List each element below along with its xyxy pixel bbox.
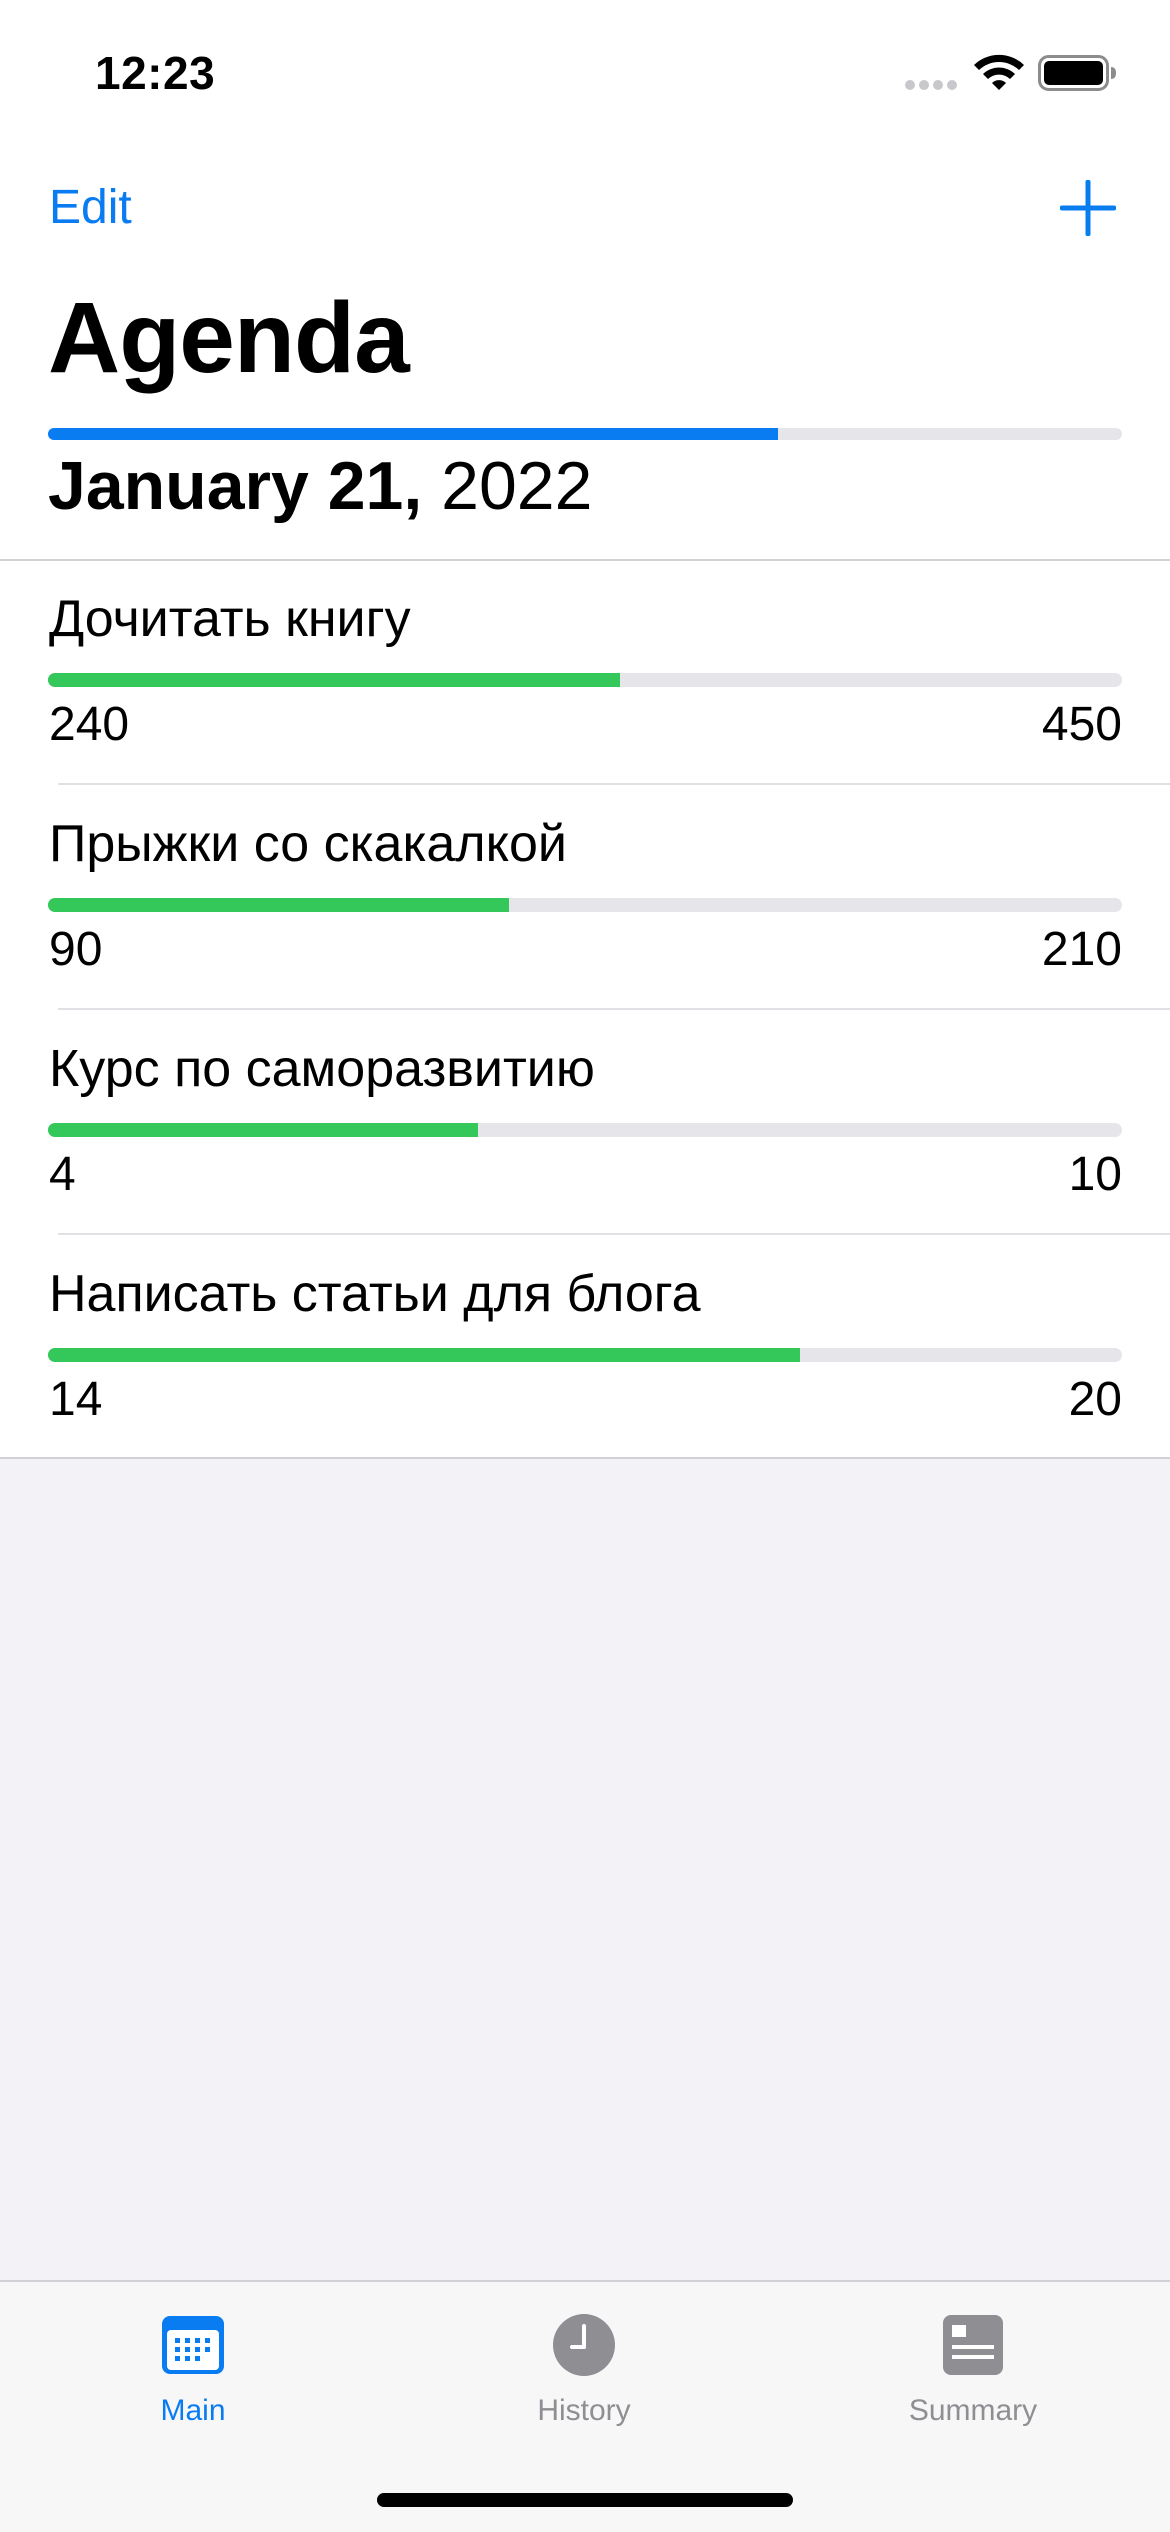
task-progress-bar bbox=[48, 1348, 1122, 1362]
home-indicator bbox=[377, 2493, 793, 2507]
day-progress-fill bbox=[48, 428, 779, 440]
task-current-value: 4 bbox=[49, 1148, 76, 1201]
task-title: Написать статьи для блога bbox=[49, 1265, 701, 1323]
task-target-value: 20 bbox=[1068, 1373, 1122, 1426]
task-current-value: 90 bbox=[49, 923, 103, 976]
row-separator bbox=[58, 1008, 1170, 1010]
task-title: Курс по саморазвитию bbox=[49, 1040, 595, 1098]
status-time: 12:23 bbox=[95, 47, 216, 99]
task-progress-fill bbox=[48, 898, 509, 912]
row-separator bbox=[58, 1233, 1170, 1235]
date-year: 2022 bbox=[441, 448, 593, 524]
list-item[interactable]: Дочитать книгу 240 450 bbox=[0, 561, 1170, 785]
document-icon bbox=[943, 2315, 1003, 2375]
battery-icon bbox=[1038, 55, 1116, 91]
task-list: Дочитать книгу 240 450 Прыжки со скакалк… bbox=[0, 561, 1170, 1458]
wifi-icon bbox=[974, 54, 1024, 90]
task-progress-fill bbox=[48, 673, 621, 687]
page-title: Agenda bbox=[48, 282, 410, 394]
task-title: Прыжки со скакалкой bbox=[49, 815, 567, 873]
task-target-value: 210 bbox=[1041, 923, 1122, 976]
clock-icon bbox=[553, 2314, 615, 2376]
task-current-value: 240 bbox=[49, 698, 130, 751]
task-target-value: 10 bbox=[1068, 1148, 1122, 1201]
list-item[interactable]: Курс по саморазвитию 4 10 bbox=[0, 1011, 1170, 1235]
list-item[interactable]: Прыжки со скакалкой 90 210 bbox=[0, 786, 1170, 1010]
tab-label: Main bbox=[160, 2394, 226, 2427]
cellular-signal-icon bbox=[905, 80, 957, 90]
task-progress-fill bbox=[48, 1348, 800, 1362]
row-separator bbox=[58, 783, 1170, 785]
date-month-day: January 21, bbox=[48, 448, 423, 524]
tab-history[interactable]: History bbox=[484, 2312, 684, 2442]
calendar-icon bbox=[162, 2316, 224, 2374]
date-label: January 21, 2022 bbox=[48, 452, 592, 520]
task-current-value: 14 bbox=[49, 1373, 103, 1426]
task-progress-fill bbox=[48, 1123, 478, 1137]
plus-icon[interactable] bbox=[1060, 180, 1116, 236]
list-bottom-border bbox=[0, 1457, 1170, 1459]
list-item[interactable]: Написать статьи для блога 14 20 bbox=[0, 1236, 1170, 1460]
tab-label: History bbox=[537, 2394, 631, 2427]
task-title: Дочитать книгу bbox=[49, 590, 411, 648]
task-progress-bar bbox=[48, 1123, 1122, 1137]
tab-label: Summary bbox=[908, 2394, 1038, 2427]
task-target-value: 450 bbox=[1041, 698, 1122, 751]
day-progress-bar bbox=[48, 428, 1122, 440]
edit-button[interactable]: Edit bbox=[49, 180, 132, 235]
tab-summary[interactable]: Summary bbox=[873, 2312, 1073, 2442]
task-progress-bar bbox=[48, 898, 1122, 912]
tab-main[interactable]: Main bbox=[93, 2312, 293, 2442]
task-progress-bar bbox=[48, 673, 1122, 687]
